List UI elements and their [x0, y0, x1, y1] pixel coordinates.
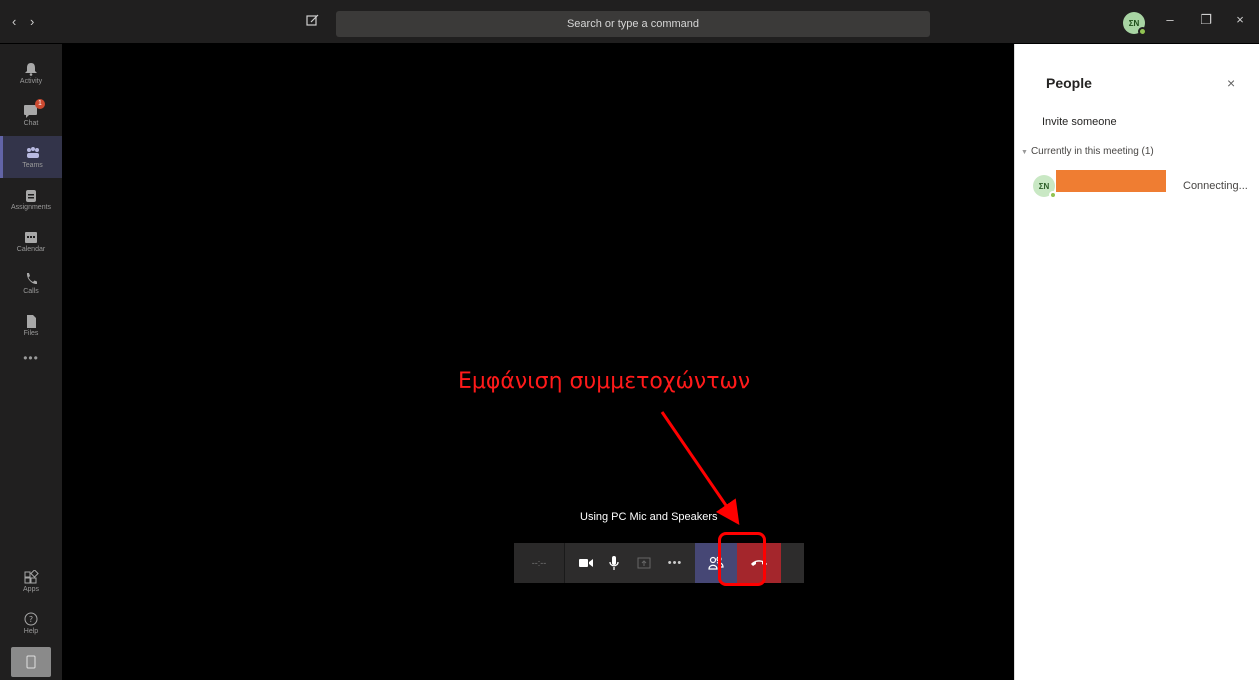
rail-item-chat[interactable]: 1 Chat: [0, 94, 62, 136]
presence-available-icon: [1049, 191, 1057, 199]
mobile-device-icon: [26, 655, 36, 669]
rail-item-help[interactable]: ? Help: [0, 602, 62, 644]
annotation-label: Εμφάνιση συμμετοχώντων: [458, 369, 751, 394]
section-header[interactable]: ▼ Currently in this meeting (1): [1021, 146, 1154, 157]
phone-icon: [26, 272, 37, 284]
participant-status: Connecting...: [1183, 180, 1248, 192]
participant-avatar[interactable]: ΣΝ: [1033, 175, 1057, 199]
section-label: Currently in this meeting (1): [1030, 146, 1154, 157]
people-panel: People × Invite someone ▼ Currently in th…: [1014, 44, 1259, 680]
minimize-icon[interactable]: –: [1160, 12, 1180, 27]
redacted-name: [1056, 170, 1166, 192]
rail-item-calendar[interactable]: Calendar: [0, 220, 62, 262]
rail-item-calls[interactable]: Calls: [0, 262, 62, 304]
device-button[interactable]: [11, 647, 51, 677]
apps-icon: [24, 569, 39, 583]
camera-button[interactable]: [571, 543, 601, 583]
title-bar: ‹ › Search or type a command ΣΝ – ❐ ×: [0, 0, 1259, 44]
close-icon[interactable]: ×: [1227, 75, 1235, 91]
file-icon: [27, 314, 36, 328]
rail-item-files[interactable]: Files: [0, 304, 62, 346]
restore-icon[interactable]: ❐: [1196, 12, 1216, 28]
help-icon: ?: [24, 612, 38, 625]
rail-label: Teams: [22, 161, 43, 169]
forward-icon[interactable]: ›: [30, 14, 34, 29]
back-icon[interactable]: ‹: [12, 14, 16, 29]
rail-label: Calendar: [16, 245, 46, 253]
meeting-stage: [62, 44, 1014, 680]
invite-someone-input[interactable]: Invite someone: [1042, 116, 1117, 128]
rail-label: Apps: [23, 585, 39, 593]
rail-item-assignments[interactable]: Assignments: [0, 178, 62, 220]
rail-item-apps[interactable]: Apps: [0, 560, 62, 602]
search-placeholder: Search or type a command: [566, 18, 700, 30]
user-initials: ΣΝ: [1128, 18, 1140, 28]
more-actions-button[interactable]: •••: [661, 543, 689, 583]
app-rail: Activity 1 Chat Teams Assignments Calend…: [0, 44, 62, 680]
annotation-highlight-box: [718, 532, 766, 586]
microphone-icon: [609, 556, 619, 570]
search-input[interactable]: Search or type a command: [336, 11, 930, 37]
rail-label: Calls: [23, 287, 39, 295]
teams-icon: [26, 146, 39, 158]
close-window-icon[interactable]: ×: [1230, 12, 1250, 27]
rail-label: Activity: [19, 77, 43, 85]
svg-text:?: ?: [29, 615, 33, 624]
share-screen-button[interactable]: [627, 543, 661, 583]
chat-badge: 1: [35, 98, 45, 109]
participant-initials: ΣΝ: [1038, 181, 1050, 191]
audio-status: Using PC Mic and Speakers: [580, 511, 718, 523]
rail-label: Assignments: [10, 203, 52, 211]
more-apps-icon[interactable]: •••: [0, 351, 62, 365]
share-screen-icon: [637, 557, 651, 569]
bell-icon: [25, 62, 37, 76]
rail-label: Files: [23, 329, 39, 337]
calendar-icon: [25, 231, 37, 243]
rail-item-activity[interactable]: Activity: [0, 52, 62, 94]
rail-label: Chat: [23, 119, 39, 127]
call-timer: --:--: [514, 543, 565, 583]
rail-label: Help: [23, 627, 39, 635]
assignments-icon: [26, 189, 36, 202]
user-avatar[interactable]: ΣΝ: [1123, 12, 1147, 36]
presence-available-icon: [1138, 27, 1147, 36]
chat-icon: 1: [23, 98, 45, 118]
video-camera-icon: [579, 559, 593, 567]
microphone-button[interactable]: [601, 543, 627, 583]
chevron-down-icon: ▼: [1021, 149, 1028, 156]
rail-item-teams[interactable]: Teams: [0, 136, 62, 178]
panel-title: People: [1046, 75, 1092, 91]
compose-icon[interactable]: [306, 13, 320, 27]
